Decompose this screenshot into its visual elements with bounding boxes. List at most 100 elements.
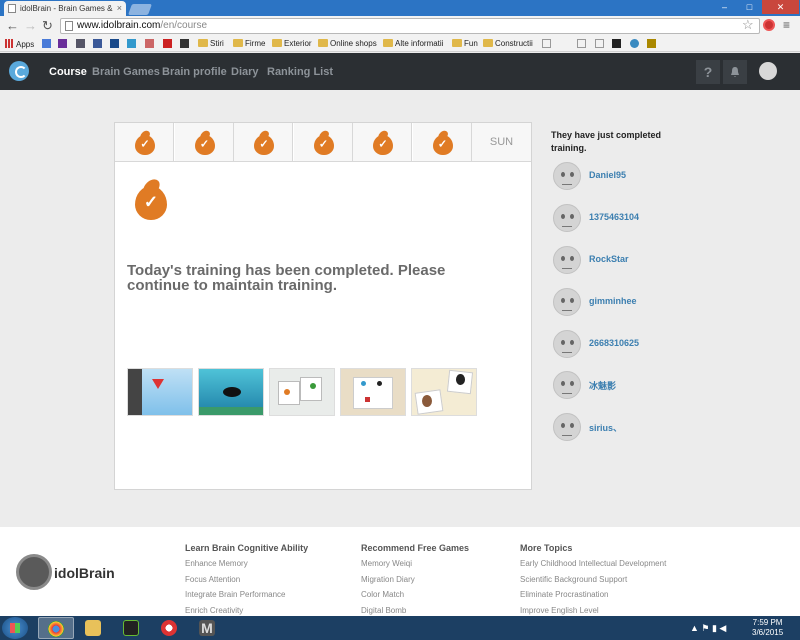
game-thumb-3[interactable] <box>269 368 335 416</box>
facebook-icon[interactable] <box>93 39 102 48</box>
bookmark-folder[interactable]: Alte informatii <box>383 39 443 48</box>
site-icon[interactable] <box>127 39 136 48</box>
close-window-button[interactable]: ✕ <box>762 0 799 14</box>
bookmark-folder[interactable]: Online shops <box>318 39 377 48</box>
browser-tab[interactable]: idolBrain - Brain Games & × <box>4 1 126 16</box>
completed-flame-icon: ✓ <box>313 128 334 155</box>
user-avatar[interactable] <box>553 204 581 232</box>
folder-icon <box>233 39 243 47</box>
site-icon[interactable] <box>163 39 172 48</box>
taskbar-nvidia[interactable] <box>114 617 150 639</box>
user-name[interactable]: 冰魅影 <box>589 379 616 392</box>
close-tab-icon[interactable]: × <box>117 3 122 13</box>
page-icon[interactable] <box>542 39 551 48</box>
site-icon[interactable] <box>560 39 569 48</box>
user-name[interactable]: sirius、 <box>589 421 622 434</box>
day-label: SUN <box>472 123 531 161</box>
user-name[interactable]: Daniel95 <box>589 170 626 180</box>
user-avatar[interactable] <box>553 288 581 316</box>
user-name[interactable]: gimminhee <box>589 296 637 306</box>
bookmark-star-icon[interactable]: ☆ <box>742 17 754 33</box>
bookmark-apps[interactable]: Apps <box>5 39 34 49</box>
folder-icon <box>85 620 101 636</box>
url-host: www.idolbrain.com <box>77 20 161 31</box>
site-icon[interactable] <box>630 39 639 48</box>
game-thumb-2[interactable] <box>198 368 264 416</box>
reload-icon[interactable]: ↻ <box>42 18 53 34</box>
idolbrain-logo-icon[interactable] <box>9 61 29 81</box>
windows-logo-icon <box>10 623 20 633</box>
footer-link[interactable]: Eliminate Procrastination <box>520 590 666 606</box>
new-tab-button[interactable] <box>127 4 153 15</box>
footer-heading: Learn Brain Cognitive Ability <box>185 543 309 553</box>
nav-brain-profile[interactable]: Brain profile <box>162 66 227 78</box>
completed-flame-icon: ✓ <box>135 128 155 155</box>
site-icon[interactable] <box>180 39 189 48</box>
footer-link[interactable]: Integrate Brain Performance <box>185 590 308 606</box>
user-avatar[interactable] <box>553 413 581 441</box>
folder-icon <box>383 39 393 47</box>
nav-brain-games[interactable]: Brain Games <box>92 66 160 78</box>
bookmark-folder[interactable]: Firme <box>233 39 265 48</box>
footer-link[interactable]: Early Childhood Intellectual Development <box>520 559 666 575</box>
completion-message: Today's training has been completed. Ple… <box>127 262 446 294</box>
yahoo-icon[interactable] <box>58 39 67 48</box>
site-icon[interactable] <box>612 39 621 48</box>
game-thumb-4[interactable] <box>340 368 406 416</box>
system-tray-icons[interactable]: ▲ ⚑ ▮ ◀ <box>690 623 726 634</box>
extension-icon[interactable] <box>763 19 775 31</box>
user-avatar[interactable] <box>759 62 777 80</box>
user-avatar[interactable] <box>553 371 581 399</box>
page-icon <box>65 21 73 31</box>
address-bar[interactable]: www.idolbrain.com/en/course <box>60 18 760 34</box>
footer-link[interactable]: Memory Weiqi <box>361 559 469 575</box>
nav-ranking-list[interactable]: Ranking List <box>267 66 333 78</box>
game-thumb-1[interactable] <box>127 368 193 416</box>
taskbar-clock[interactable]: 7:59 PM 3/6/2015 <box>752 618 783 638</box>
taskbar-app[interactable] <box>152 617 188 639</box>
url-path: /en/course <box>160 20 208 31</box>
help-button[interactable]: ? <box>696 60 720 84</box>
nav-course[interactable]: Course <box>49 66 87 78</box>
taskbar-chrome[interactable] <box>38 617 74 639</box>
footer-link[interactable]: Enhance Memory <box>185 559 308 575</box>
user-avatar[interactable] <box>553 162 581 190</box>
page-icon[interactable] <box>595 39 604 48</box>
footer-link[interactable]: Focus Attention <box>185 575 308 591</box>
back-arrow-icon[interactable]: ← <box>6 18 19 34</box>
google-icon[interactable] <box>42 39 51 48</box>
user-name[interactable]: RockStar <box>589 254 629 264</box>
site-icon[interactable] <box>647 39 656 48</box>
user-avatar[interactable] <box>553 330 581 358</box>
linkedin-icon[interactable] <box>110 39 119 48</box>
minimize-button[interactable]: – <box>712 0 737 14</box>
day-completed: ✓ <box>412 123 472 161</box>
forward-arrow-icon[interactable]: → <box>24 18 37 34</box>
game-thumb-5[interactable] <box>411 368 477 416</box>
day-completed: ✓ <box>234 123 293 161</box>
site-icon[interactable] <box>145 39 154 48</box>
bookmark-folder[interactable]: Exterior <box>272 39 312 48</box>
nav-diary[interactable]: Diary <box>231 66 259 78</box>
user-name[interactable]: 2668310625 <box>589 338 639 348</box>
user-name[interactable]: 1375463104 <box>589 212 639 222</box>
bookmark-folder[interactable]: Constructii <box>483 39 533 48</box>
bookmark-folder[interactable]: Stiri <box>198 39 224 48</box>
menu-icon[interactable]: ≡ <box>783 18 790 32</box>
footer-link[interactable]: Color Match <box>361 590 469 606</box>
maximize-button[interactable]: □ <box>737 0 762 14</box>
taskbar-app-m[interactable]: M <box>190 617 226 639</box>
tab-title: idolBrain - Brain Games & <box>20 4 113 13</box>
notification-bell-icon[interactable] <box>723 60 747 84</box>
footer-link[interactable]: Scientific Background Support <box>520 575 666 591</box>
start-button[interactable] <box>2 617 28 639</box>
bookmarks-bar: Apps Stiri Firme Exterior Online shops A… <box>0 36 800 52</box>
user-avatar[interactable] <box>553 246 581 274</box>
folder-icon <box>452 39 462 47</box>
page-icon[interactable] <box>577 39 586 48</box>
taskbar-explorer[interactable] <box>76 617 112 639</box>
bookmark-folder[interactable]: Fun <box>452 39 478 48</box>
footer-link[interactable]: Migration Diary <box>361 575 469 591</box>
site-icon[interactable] <box>76 39 85 48</box>
idolbrain-footer-logo-icon[interactable] <box>16 554 52 590</box>
